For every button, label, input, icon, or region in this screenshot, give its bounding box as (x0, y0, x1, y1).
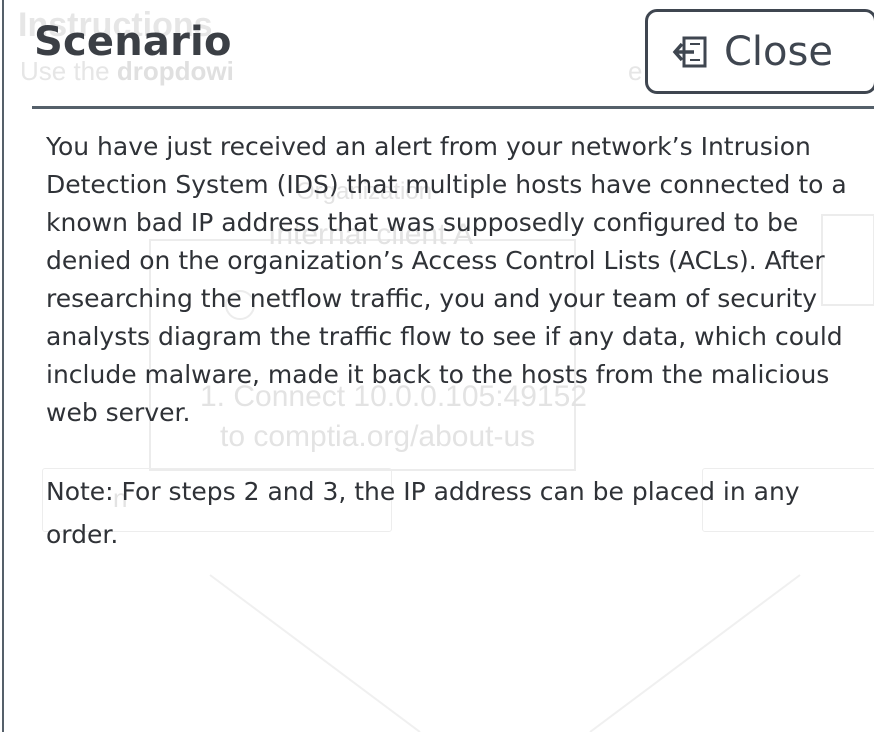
scenario-paragraph: You have just received an alert from you… (46, 132, 847, 427)
scenario-modal: Scenario Close You have just received an… (2, 0, 874, 732)
screen: Instructions Use the dropdowi e Organiza… (0, 0, 874, 732)
close-button[interactable]: Close (645, 9, 874, 94)
scenario-note: Note: For steps 2 and 3, the IP address … (46, 477, 800, 549)
close-button-label: Close (724, 28, 833, 75)
modal-body: You have just received an alert from you… (46, 128, 852, 556)
title-divider (32, 106, 874, 109)
exit-door-icon (672, 33, 710, 71)
modal-title: Scenario (34, 19, 232, 65)
